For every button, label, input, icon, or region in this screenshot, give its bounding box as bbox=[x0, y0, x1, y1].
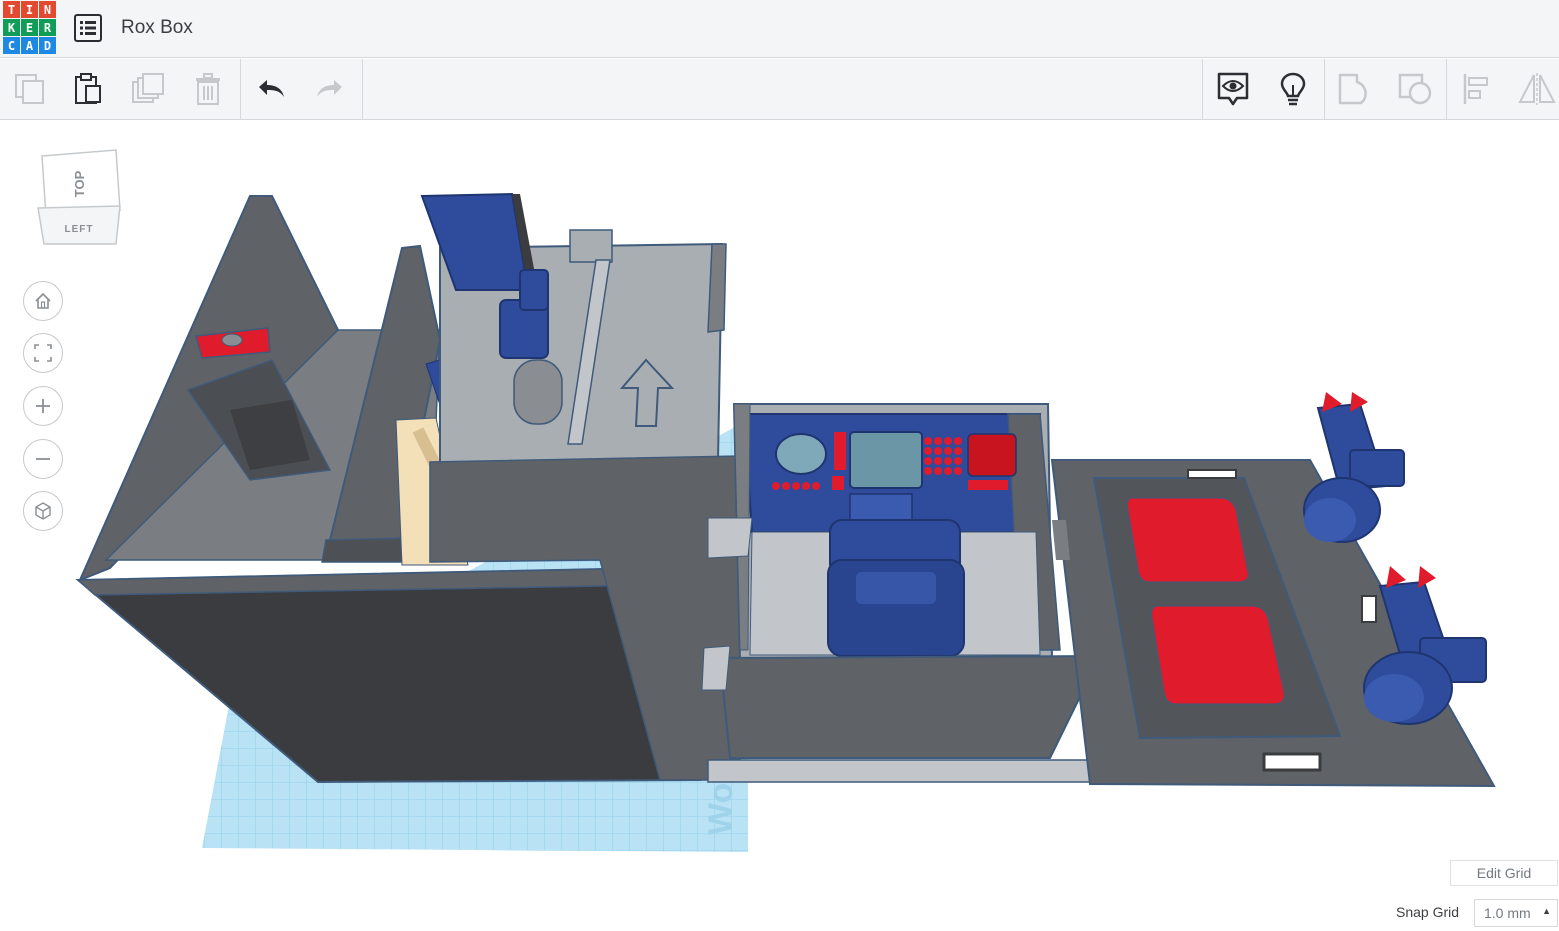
snap-grid-label: Snap Grid bbox=[1396, 904, 1460, 920]
snap-grid-select[interactable]: 1.0 mm ▲ bbox=[1474, 899, 1558, 927]
redo-icon bbox=[317, 80, 342, 97]
home-view-icon bbox=[35, 292, 51, 309]
snap-grid-value: 1.0 mm bbox=[1484, 905, 1531, 921]
ungroup-icon bbox=[1398, 73, 1432, 105]
lightbulb-icon bbox=[1280, 72, 1306, 106]
fit-all-icon bbox=[34, 344, 52, 362]
align-icon bbox=[1463, 74, 1488, 104]
project-title[interactable]: Rox Box bbox=[121, 17, 193, 39]
delete-icon bbox=[196, 73, 220, 105]
logo-letter: K bbox=[3, 19, 20, 36]
mirror-button[interactable] bbox=[1507, 59, 1559, 119]
perspective-button[interactable] bbox=[23, 491, 63, 531]
paste-icon bbox=[75, 73, 101, 104]
duplicate-button[interactable] bbox=[118, 59, 178, 119]
right-panel-shape bbox=[1050, 392, 1496, 788]
perspective-icon bbox=[35, 502, 51, 520]
logo-letter: C bbox=[3, 37, 20, 54]
paste-button[interactable] bbox=[58, 59, 118, 119]
zoom-out-button[interactable] bbox=[23, 439, 63, 479]
home-view-button[interactable] bbox=[23, 281, 63, 321]
duplicate-icon bbox=[132, 73, 164, 103]
redo-button[interactable] bbox=[300, 59, 360, 119]
toolbar-divider bbox=[362, 59, 363, 119]
mirror-icon bbox=[1518, 73, 1556, 105]
logo-letter: N bbox=[39, 1, 56, 18]
design-menu-icon[interactable] bbox=[74, 14, 102, 42]
logo-letter: E bbox=[21, 19, 38, 36]
copy-button[interactable] bbox=[0, 59, 60, 119]
view-cube-top-label: TOP bbox=[72, 170, 87, 197]
scene-canvas[interactable]: Wo bbox=[0, 120, 1559, 931]
logo-letter: I bbox=[21, 1, 38, 18]
workplane-watermark: Wo bbox=[702, 783, 740, 835]
3d-workspace[interactable]: Wo TOP LEFT bbox=[0, 120, 1559, 931]
align-button[interactable] bbox=[1447, 59, 1507, 119]
logo-letter: T bbox=[3, 1, 20, 18]
group-button[interactable] bbox=[1325, 59, 1385, 119]
tinkercad-logo[interactable]: TIN KER CAD bbox=[3, 1, 57, 55]
view-cube[interactable]: TOP LEFT bbox=[36, 148, 126, 248]
hints-button[interactable] bbox=[1263, 59, 1323, 119]
view-cube-left-label: LEFT bbox=[65, 224, 94, 235]
undo-icon bbox=[259, 80, 284, 97]
notes-eye-icon bbox=[1217, 72, 1249, 106]
ungroup-button[interactable] bbox=[1385, 59, 1445, 119]
group-icon bbox=[1338, 73, 1367, 105]
fit-all-button[interactable] bbox=[23, 333, 63, 373]
copy-icon bbox=[15, 74, 44, 104]
zoom-out-icon bbox=[36, 458, 50, 460]
back-room-shape bbox=[420, 192, 727, 489]
edit-grid-button[interactable]: Edit Grid bbox=[1450, 860, 1558, 886]
notes-button[interactable] bbox=[1203, 59, 1263, 119]
caret-up-icon: ▲ bbox=[1542, 906, 1551, 916]
zoom-in-icon bbox=[36, 399, 50, 413]
edit-toolbar bbox=[0, 59, 1559, 120]
logo-letter: A bbox=[21, 37, 38, 54]
logo-letter: R bbox=[39, 19, 56, 36]
undo-button[interactable] bbox=[241, 59, 301, 119]
logo-letter: D bbox=[39, 37, 56, 54]
zoom-in-button[interactable] bbox=[23, 386, 63, 426]
cockpit-room-shape bbox=[701, 403, 1102, 783]
top-bar: TIN KER CAD Rox Box bbox=[0, 0, 1559, 58]
delete-button[interactable] bbox=[178, 59, 238, 119]
